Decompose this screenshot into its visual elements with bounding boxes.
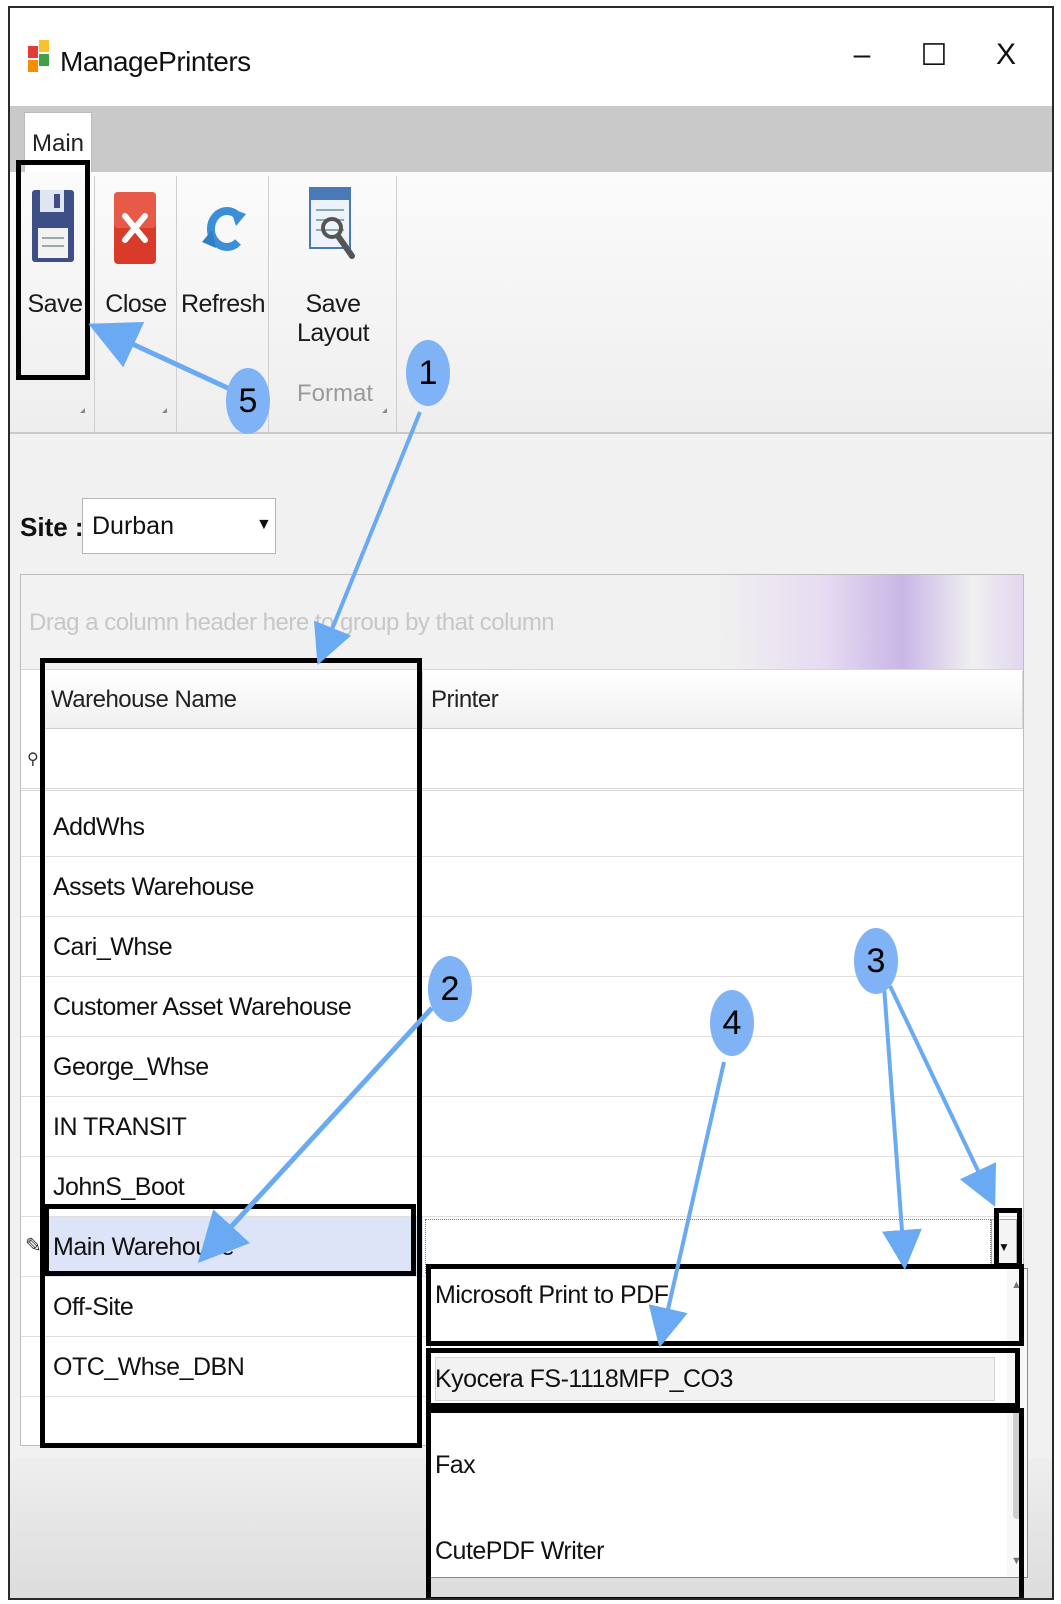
arrow-3-to-list — [882, 985, 922, 1270]
callout-3: 3 — [854, 928, 898, 994]
callout-2: 2 — [428, 956, 472, 1022]
arrow-2-to-main-warehouse — [197, 1006, 434, 1264]
annotation-arrows — [88, 321, 997, 1348]
arrow-4-to-kyocera — [648, 1061, 726, 1348]
arrow-1-to-column — [313, 411, 422, 666]
callout-4: 4 — [710, 990, 754, 1056]
app-window: ManagePrinters – ☐ X Main Save Close Ref… — [8, 6, 1054, 1600]
arrow-3-to-button — [888, 985, 997, 1207]
callout-5: 5 — [226, 368, 270, 434]
arrow-5-to-save — [88, 321, 234, 393]
callout-1: 1 — [406, 340, 450, 406]
